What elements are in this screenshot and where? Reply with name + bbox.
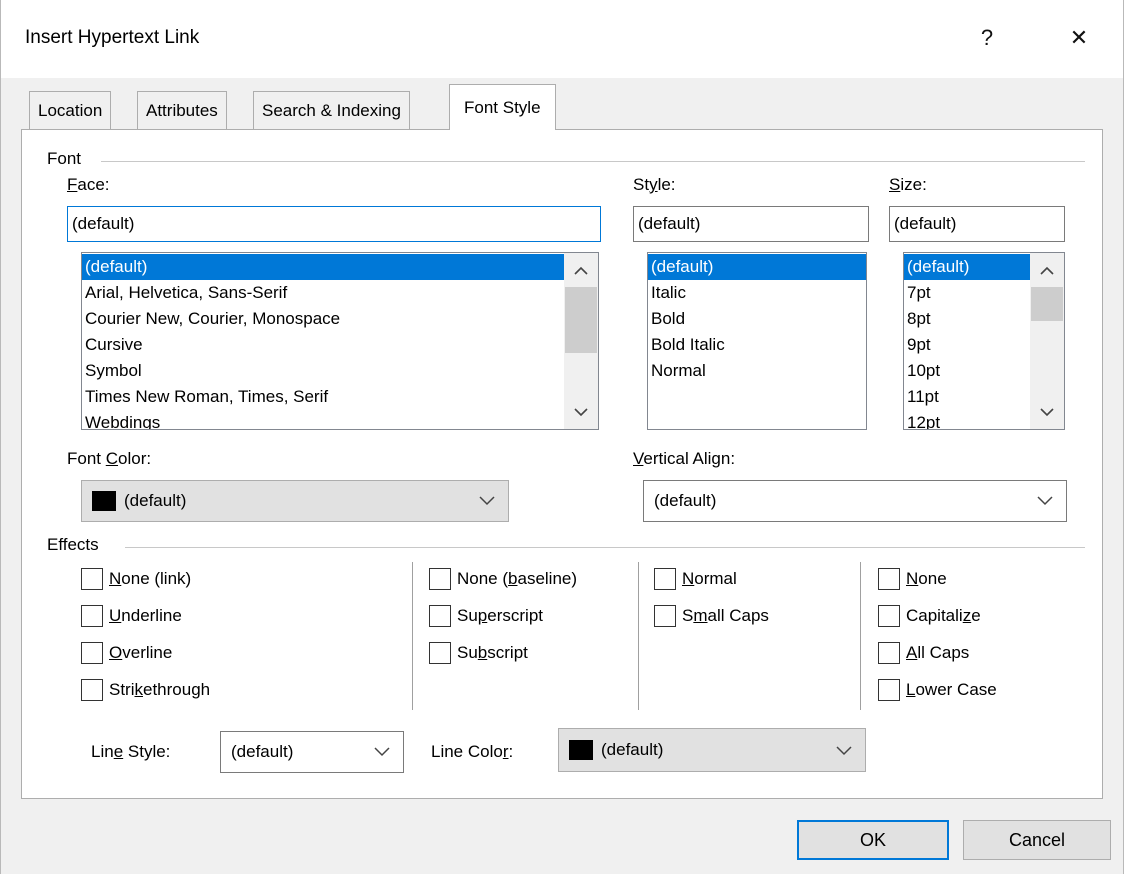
capitalize-checkbox[interactable]: Capitalize <box>878 605 981 627</box>
style-options: (default) Italic Bold Bold Italic Normal <box>648 253 866 384</box>
close-button[interactable]: ✕ <box>1049 12 1109 64</box>
vertical-align-label: Vertical Align: <box>633 449 736 468</box>
face-input[interactable]: (default) <box>67 206 601 242</box>
size-option[interactable]: 9pt <box>904 332 1030 358</box>
scroll-down-icon[interactable] <box>1030 397 1064 427</box>
size-option[interactable]: (default) <box>904 254 1030 280</box>
style-option[interactable]: (default) <box>648 254 866 280</box>
face-option[interactable]: Symbol <box>82 358 566 384</box>
face-options: (default) Arial, Helvetica, Sans-Serif C… <box>82 253 566 429</box>
none-case-checkbox[interactable]: None <box>878 568 947 590</box>
effects-separator <box>412 562 413 710</box>
face-option[interactable]: (default) <box>82 254 566 280</box>
style-option[interactable]: Bold <box>648 306 866 332</box>
all-caps-checkbox[interactable]: All Caps <box>878 642 969 664</box>
face-option[interactable]: Times New Roman, Times, Serif <box>82 384 566 410</box>
style-listbox[interactable]: (default) Italic Bold Bold Italic Normal <box>647 252 867 430</box>
size-scrollbar[interactable] <box>1030 253 1064 429</box>
face-option[interactable]: Courier New, Courier, Monospace <box>82 306 566 332</box>
size-input[interactable]: (default) <box>889 206 1065 242</box>
face-option[interactable]: Webdings <box>82 410 566 429</box>
font-color-label: Font Color: <box>67 449 152 468</box>
style-option[interactable]: Normal <box>648 358 866 384</box>
style-input[interactable]: (default) <box>633 206 869 242</box>
size-option[interactable]: 7pt <box>904 280 1030 306</box>
effects-separator <box>638 562 639 710</box>
style-option[interactable]: Bold Italic <box>648 332 866 358</box>
vertical-align-dropdown[interactable]: (default) <box>643 480 1067 522</box>
title-bar: Insert Hypertext Link ? ✕ <box>1 0 1123 78</box>
normal-caps-checkbox[interactable]: Normal <box>654 568 737 590</box>
style-option[interactable]: Italic <box>648 280 866 306</box>
insert-hypertext-link-dialog: Insert Hypertext Link ? ✕ Location Attri… <box>0 0 1124 874</box>
style-label: Style: <box>633 175 676 194</box>
chevron-down-icon <box>836 746 852 756</box>
superscript-checkbox[interactable]: Superscript <box>429 605 543 627</box>
none-baseline-checkbox[interactable]: None (baseline) <box>429 568 577 590</box>
lower-case-checkbox[interactable]: Lower Case <box>878 679 997 701</box>
line-color-label: Line Color: <box>431 742 514 761</box>
line-color-swatch <box>569 740 593 760</box>
size-option[interactable]: 8pt <box>904 306 1030 332</box>
help-icon: ? <box>980 25 994 50</box>
font-group-title: Font <box>47 149 86 169</box>
scroll-up-icon[interactable] <box>564 255 598 285</box>
line-color-dropdown[interactable]: (default) <box>558 728 866 772</box>
dialog-title: Insert Hypertext Link <box>25 27 200 48</box>
effects-separator <box>860 562 861 710</box>
tab-font-style[interactable]: Font Style <box>449 84 556 130</box>
chevron-down-icon <box>374 747 390 757</box>
face-label: Face: <box>67 175 110 194</box>
strikethrough-checkbox[interactable]: Strikethrough <box>81 679 210 701</box>
help-button[interactable]: ? <box>957 12 1017 64</box>
face-option[interactable]: Arial, Helvetica, Sans-Serif <box>82 280 566 306</box>
size-option[interactable]: 10pt <box>904 358 1030 384</box>
chevron-down-icon <box>479 496 495 506</box>
ok-button[interactable]: OK <box>797 820 949 860</box>
small-caps-checkbox[interactable]: Small Caps <box>654 605 769 627</box>
line-style-dropdown[interactable]: (default) <box>220 731 404 773</box>
effects-group-title: Effects <box>47 535 103 555</box>
tab-location[interactable]: Location <box>29 91 112 129</box>
face-option[interactable]: Cursive <box>82 332 566 358</box>
none-link-checkbox[interactable]: None (link) <box>81 568 191 590</box>
chevron-down-icon <box>1037 496 1053 506</box>
scroll-up-icon[interactable] <box>1030 255 1064 285</box>
close-icon: ✕ <box>1069 25 1089 50</box>
size-scroll-thumb[interactable] <box>1031 287 1063 321</box>
underline-checkbox[interactable]: Underline <box>81 605 182 627</box>
size-listbox[interactable]: (default) 7pt 8pt 9pt 10pt 11pt 12pt <box>903 252 1065 430</box>
cancel-button[interactable]: Cancel <box>963 820 1111 860</box>
font-color-dropdown[interactable]: (default) <box>81 480 509 522</box>
size-options: (default) 7pt 8pt 9pt 10pt 11pt 12pt <box>904 253 1030 429</box>
tab-search-indexing[interactable]: Search & Indexing <box>253 91 410 129</box>
tab-attributes[interactable]: Attributes <box>137 91 227 129</box>
face-scroll-thumb[interactable] <box>565 287 597 353</box>
line-style-label: Line Style: <box>91 742 171 761</box>
font-color-swatch <box>92 491 116 511</box>
size-option[interactable]: 12pt <box>904 410 1030 429</box>
effects-group-divider <box>125 547 1085 548</box>
font-group-divider <box>101 161 1085 162</box>
face-listbox[interactable]: (default) Arial, Helvetica, Sans-Serif C… <box>81 252 599 430</box>
face-scrollbar[interactable] <box>564 253 598 429</box>
overline-checkbox[interactable]: Overline <box>81 642 172 664</box>
scroll-down-icon[interactable] <box>564 397 598 427</box>
subscript-checkbox[interactable]: Subscript <box>429 642 528 664</box>
size-label: Size: <box>889 175 927 194</box>
size-option[interactable]: 11pt <box>904 384 1030 410</box>
